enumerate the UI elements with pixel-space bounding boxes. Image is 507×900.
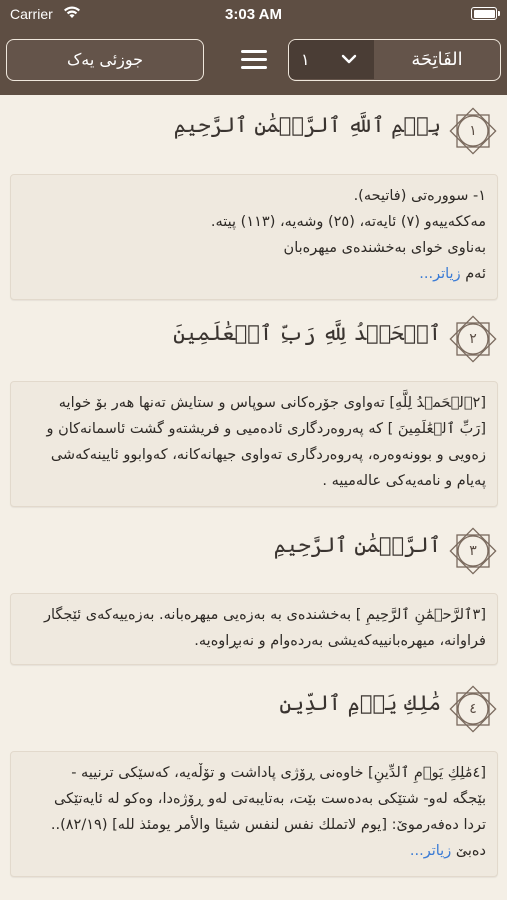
- ayah-row[interactable]: بِسۡمِ ٱللَّهِ ٱلرَّحۡمَٰنِ ٱلرَّحِيمِ ١: [0, 99, 507, 169]
- navigation-bar: Carrier 3:03 AM جوزئی یەک ١ الفَاتِحَة: [0, 0, 507, 95]
- juz-selector-button[interactable]: جوزئی یەک: [6, 39, 204, 81]
- tafsir-card[interactable]: [٣ٱلرَّحۡمَٰنِ ٱلرَّحِيمِ ] بەخشندەی بە …: [10, 593, 498, 665]
- menu-icon[interactable]: [241, 50, 267, 70]
- ayah-row[interactable]: ٱلۡحَمۡدُ لِلَّهِ رَبِّ ٱلۡعَٰلَمِينَ ٢: [0, 307, 507, 377]
- surah-selector[interactable]: ١ الفَاتِحَة: [288, 39, 501, 81]
- tafsir-card[interactable]: ١- سوورەتی (فاتیحە). مەککەییەو (٧) ئایەت…: [10, 174, 498, 300]
- ayah-row[interactable]: مَٰلِكِ يَوۡمِ ٱلدِّينِ ٤: [0, 677, 507, 747]
- juz-label: جوزئی یەک: [66, 50, 144, 69]
- ayah-arabic-text: مَٰلِكِ يَوۡمِ ٱلدِّينِ: [279, 691, 441, 715]
- ayah-number: ١: [469, 123, 477, 139]
- tafsir-card[interactable]: [٢ٱلۡحَمۡدُ لِلَّهِ] تەواوی جۆرەکانی سوپ…: [10, 381, 498, 507]
- tafsir-line: ١- سوورەتی (فاتیحە).: [353, 188, 486, 204]
- clock: 3:03 AM: [225, 6, 282, 23]
- tafsir-line: فراوانە، میهرەبانییەکەیشی بەردەوام و نەب…: [194, 633, 486, 649]
- ayah-arabic-text: بِسۡمِ ٱللَّهِ ٱلرَّحۡمَٰنِ ٱلرَّحِيمِ: [173, 113, 441, 137]
- ayah-number: ٤: [469, 701, 477, 717]
- tafsir-line: [رَبِّ ٱلۡعَٰلَمِينَ ] کە پەروەردگاری ئا…: [46, 421, 486, 437]
- tafsir-line: [٤مَٰلِكِ يَوۡمِ ٱلدِّينِ] خاوەنی ڕۆژی پ…: [71, 765, 486, 781]
- tafsir-line: پەیام و نامەیەکی عالەمییە .: [322, 473, 486, 489]
- tafsir-line: زەویی و بوونەوەرە، پەروەردگاری تەواوی جی…: [50, 447, 486, 463]
- tafsir-line: بەناوی خوای بەخشندەی میهرەبان: [283, 240, 486, 256]
- ayah-number: ٢: [469, 331, 477, 347]
- ayah-number-star-icon: ٤: [447, 683, 499, 735]
- ayah-number-star-icon: ٢: [447, 313, 499, 365]
- ayah-number-star-icon: ١: [447, 105, 499, 157]
- chevron-down-icon: [341, 54, 357, 64]
- ayah-arabic-text: ٱلۡحَمۡدُ لِلَّهِ رَبِّ ٱلۡعَٰلَمِينَ: [173, 321, 441, 345]
- read-more-link[interactable]: زیاتر...: [419, 266, 460, 282]
- ayah-list[interactable]: بِسۡمِ ٱللَّهِ ٱلرَّحۡمَٰنِ ٱلرَّحِيمِ ١…: [0, 95, 507, 900]
- ayah-row[interactable]: ٱلرَّحۡمَٰنِ ٱلرَّحِيمِ ٣: [0, 519, 507, 589]
- ayah-number-star-icon: ٣: [447, 525, 499, 577]
- tafsir-card[interactable]: [٤مَٰلِكِ يَوۡمِ ٱلدِّينِ] خاوەنی ڕۆژی پ…: [10, 751, 498, 877]
- tafsir-last-line: ئەم زیاتر...: [22, 261, 486, 287]
- ayah-number: ٣: [469, 543, 477, 559]
- ayah-arabic-text: ٱلرَّحۡمَٰنِ ٱلرَّحِيمِ: [273, 533, 441, 557]
- status-bar: Carrier 3:03 AM: [0, 0, 507, 28]
- surah-name: الفَاتِحَة: [411, 49, 463, 70]
- tafsir-line-prefix: دەبێ: [455, 843, 486, 859]
- ayah-number-dropdown[interactable]: ١: [289, 40, 374, 79]
- tafsir-line: بێجگە لەو- شتێکی بەدەست بێت، بەتایبەتی ل…: [54, 791, 486, 807]
- tafsir-line-prefix: ئەم: [465, 266, 486, 282]
- tafsir-line: مەککەییەو (٧) ئایەتە، (٢٥) وشەیە، (١١٣) …: [210, 214, 486, 230]
- tafsir-line: تردا دەفەرموێ: [يوم لاتملك نفس لنفس شيئا…: [50, 817, 486, 833]
- tafsir-line: [٢ٱلۡحَمۡدُ لِلَّهِ] تەواوی جۆرەکانی سوپ…: [58, 395, 486, 411]
- battery-icon: [471, 7, 500, 20]
- tafsir-line: [٣ٱلرَّحۡمَٰنِ ٱلرَّحِيمِ ] بەخشندەی بە …: [44, 607, 486, 623]
- surah-number: ١: [301, 50, 310, 69]
- read-more-link[interactable]: زیاتر...: [410, 843, 451, 859]
- tafsir-last-line: دەبێ زیاتر...: [22, 838, 486, 864]
